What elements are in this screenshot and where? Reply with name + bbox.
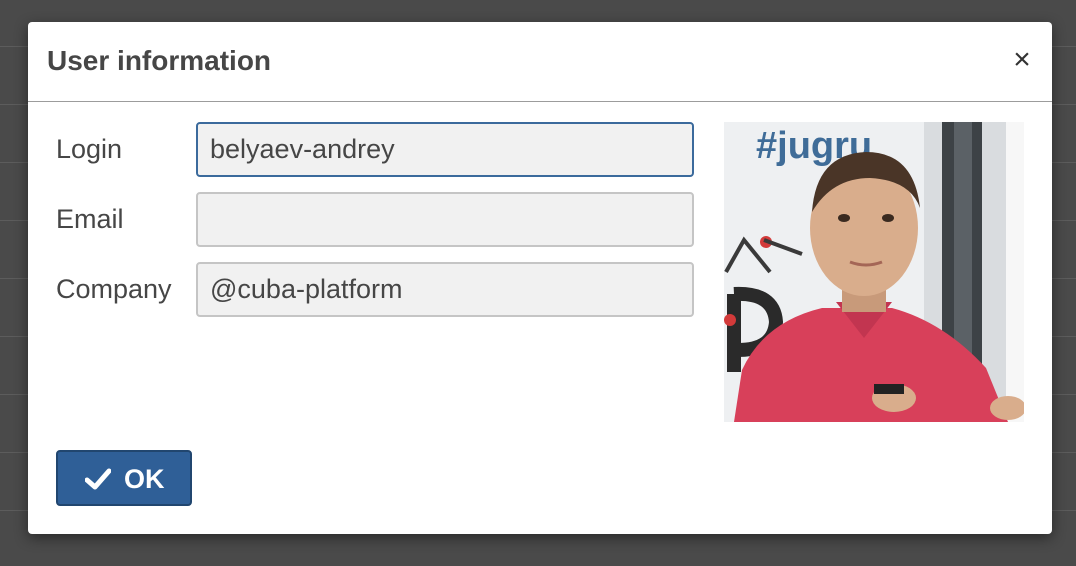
email-label: Email xyxy=(56,204,124,234)
user-photo-illustration: #jugru xyxy=(724,122,1024,422)
checkmark-icon xyxy=(85,468,111,490)
dialog-header: User information × xyxy=(28,22,1052,102)
login-field[interactable] xyxy=(196,122,694,177)
email-field[interactable] xyxy=(196,192,694,247)
login-label: Login xyxy=(56,134,123,164)
ok-button[interactable]: OK xyxy=(56,450,192,506)
dialog-title: User information xyxy=(47,45,272,76)
user-photo: #jugru xyxy=(724,122,1024,422)
company-label: Company xyxy=(56,274,172,304)
user-information-dialog: User information × Login Email Company #… xyxy=(28,22,1052,534)
close-icon[interactable]: × xyxy=(1008,45,1036,75)
ok-button-label: OK xyxy=(124,464,165,494)
company-field[interactable] xyxy=(196,262,694,317)
